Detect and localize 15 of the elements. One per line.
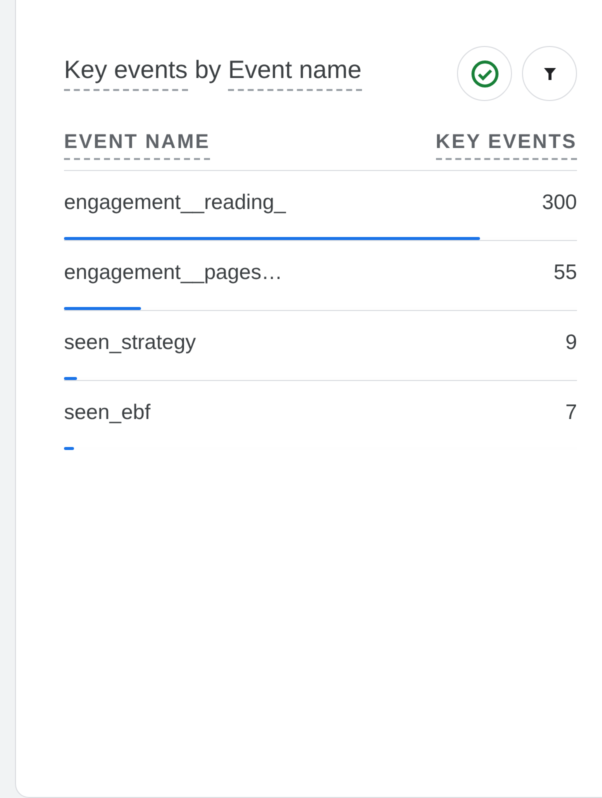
column-header[interactable]: KEY EVENTS xyxy=(436,131,577,160)
key-events-cell: 55 xyxy=(554,261,577,285)
key-events-cell: 300 xyxy=(542,191,577,215)
key-events-cell: 7 xyxy=(565,401,577,425)
check-circle-icon xyxy=(470,58,500,88)
card-title-connector: by xyxy=(194,56,222,86)
key-events-cell: 9 xyxy=(565,331,577,355)
event-name-cell: engagement__pages… xyxy=(64,261,282,285)
card-title-dimension[interactable]: Event name xyxy=(228,56,362,91)
filter-icon xyxy=(542,66,558,82)
event-name-cell: seen_strategy xyxy=(64,331,196,355)
card-title-metric[interactable]: Key events xyxy=(64,56,188,91)
event-name-cell: engagement__reading_ xyxy=(64,191,286,215)
column-header[interactable]: EVENT NAME xyxy=(64,131,210,160)
event-name-cell: seen_ebf xyxy=(64,401,150,425)
